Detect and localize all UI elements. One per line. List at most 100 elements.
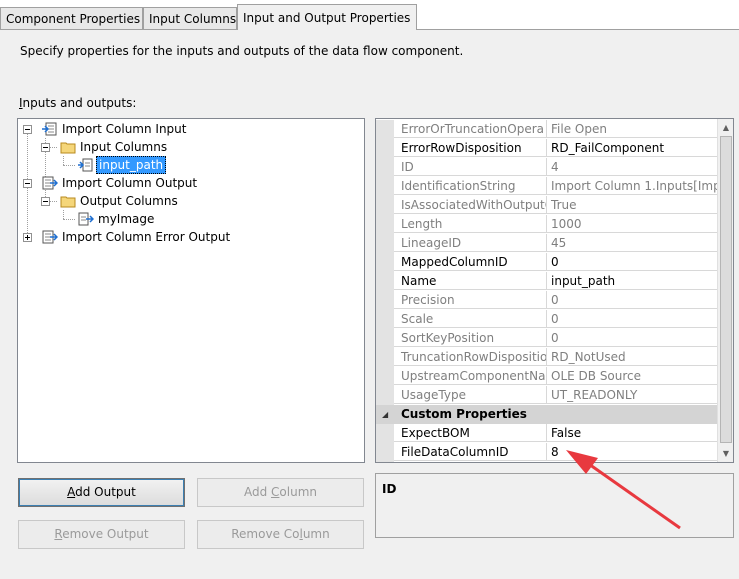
property-row[interactable]: Scale 0: [376, 310, 717, 329]
remove-output-button[interactable]: Remove Output: [18, 520, 185, 549]
property-value: RD_NotUsed: [547, 348, 717, 366]
tree-node-label: input_path: [96, 156, 167, 174]
collapse-triangle-icon[interactable]: ◢: [382, 410, 388, 419]
folder-icon: [60, 193, 76, 214]
inputs-outputs-tree[interactable]: Import Column Input Input Columns input_…: [17, 118, 365, 463]
collapse-toggle[interactable]: [41, 143, 50, 152]
row-margin: [376, 386, 394, 405]
row-margin: [376, 158, 394, 177]
input-icon: [42, 121, 58, 142]
property-value: 0: [547, 329, 717, 347]
row-margin: [376, 120, 394, 139]
tree-node-input-path[interactable]: input_path: [78, 156, 167, 174]
property-row-file-data-column-id[interactable]: FileDataColumnID 8: [376, 443, 717, 462]
tree-node-label: Input Columns: [80, 140, 168, 154]
tree-node-output-columns[interactable]: Output Columns: [60, 192, 180, 210]
category-custom-properties[interactable]: ◢ Custom Properties: [376, 405, 717, 424]
property-row[interactable]: LineageID 45: [376, 234, 717, 253]
collapse-toggle[interactable]: [23, 125, 32, 134]
row-margin: [376, 329, 394, 348]
output-icon: [42, 229, 59, 250]
property-row[interactable]: ExpectBOM False: [376, 424, 717, 443]
property-name: UpstreamComponentNar: [394, 367, 547, 385]
folder-icon: [60, 139, 76, 160]
property-name: ID: [394, 158, 547, 176]
button-label: olumn: [279, 485, 317, 499]
hotkey-char: A: [67, 485, 76, 499]
scroll-down-icon[interactable]: ▼: [718, 445, 733, 462]
category-label: Custom Properties: [401, 407, 527, 421]
property-row[interactable]: Precision 0: [376, 291, 717, 310]
property-row[interactable]: ErrorRowDisposition RD_FailComponent: [376, 139, 717, 158]
property-value: Import Column 1.Inputs[Impo: [547, 177, 717, 195]
property-row[interactable]: IdentificationString Import Column 1.Inpu…: [376, 177, 717, 196]
tree-node-myimage[interactable]: myImage: [78, 210, 156, 228]
property-value[interactable]: False: [547, 424, 717, 442]
property-value[interactable]: input_path: [547, 272, 717, 290]
property-row[interactable]: ID 4: [376, 158, 717, 177]
property-value[interactable]: RD_FailComponent: [547, 139, 717, 157]
property-row[interactable]: MappedColumnID 0: [376, 253, 717, 272]
property-value[interactable]: 8: [547, 443, 717, 461]
add-column-button[interactable]: Add Column: [197, 478, 364, 507]
row-margin: [376, 177, 394, 196]
property-name: IsAssociatedWithOutputC: [394, 196, 547, 214]
row-margin: [376, 424, 394, 443]
property-description-panel: ID: [375, 473, 734, 538]
property-row[interactable]: Length 1000: [376, 215, 717, 234]
property-name: ExpectBOM: [394, 424, 547, 442]
description-title: ID: [382, 482, 397, 496]
property-row[interactable]: TruncationRowDispositio RD_NotUsed: [376, 348, 717, 367]
row-margin: [376, 234, 394, 253]
row-margin: [376, 443, 394, 462]
property-row[interactable]: UsageType UT_READONLY: [376, 386, 717, 405]
property-value[interactable]: 0: [547, 253, 717, 271]
property-row[interactable]: UpstreamComponentNar OLE DB Source: [376, 367, 717, 386]
property-row[interactable]: Name input_path: [376, 272, 717, 291]
row-margin: [376, 348, 394, 367]
collapse-toggle[interactable]: [23, 179, 32, 188]
tab-input-output-properties[interactable]: Input and Output Properties: [237, 4, 417, 31]
property-value: UT_READONLY: [547, 386, 717, 404]
property-name: Precision: [394, 291, 547, 309]
vertical-scrollbar[interactable]: ▲ ▼: [717, 119, 733, 462]
tab-input-columns[interactable]: Input Columns: [143, 7, 237, 29]
collapse-toggle[interactable]: [41, 197, 50, 206]
expand-toggle[interactable]: [23, 233, 32, 242]
property-value: 45: [547, 234, 717, 252]
property-name: LineageID: [394, 234, 547, 252]
button-label: umn: [302, 527, 330, 541]
scroll-up-icon[interactable]: ▲: [718, 119, 733, 136]
tree-node-import-column-input[interactable]: Import Column Input: [42, 120, 188, 138]
tree-node-label: Output Columns: [80, 194, 178, 208]
add-output-button[interactable]: Add Output: [18, 478, 185, 507]
button-label: Remove Co: [231, 527, 300, 541]
output-icon: [42, 175, 59, 196]
scroll-thumb[interactable]: [720, 136, 732, 443]
row-margin: [376, 272, 394, 291]
property-value: 0: [547, 310, 717, 328]
property-row[interactable]: IsAssociatedWithOutputC True: [376, 196, 717, 215]
property-value: File Open: [547, 120, 717, 138]
remove-column-button[interactable]: Remove Column: [197, 520, 364, 549]
tree-node-import-column-output[interactable]: Import Column Output: [42, 174, 199, 192]
tree-node-label: Import Column Input: [62, 122, 187, 136]
property-name: TruncationRowDispositio: [394, 348, 547, 366]
property-name: Scale: [394, 310, 547, 328]
property-row[interactable]: ErrorOrTruncationOpera File Open: [376, 120, 717, 139]
tree-node-input-columns[interactable]: Input Columns: [60, 138, 169, 156]
property-name: SortKeyPosition: [394, 329, 547, 347]
property-name: UsageType: [394, 386, 547, 404]
tab-content: Specify properties for the inputs and ou…: [0, 30, 739, 579]
tree-node-import-column-error-output[interactable]: Import Column Error Output: [42, 228, 232, 246]
page-description: Specify properties for the inputs and ou…: [20, 44, 464, 58]
tab-component-properties[interactable]: Component Properties: [0, 7, 143, 29]
property-name: ErrorRowDisposition: [394, 139, 547, 157]
property-name: ErrorOrTruncationOpera: [394, 120, 547, 138]
property-grid[interactable]: ErrorOrTruncationOpera File Open ErrorRow…: [375, 118, 734, 463]
row-margin: [376, 291, 394, 310]
row-margin: [376, 139, 394, 158]
property-row[interactable]: SortKeyPosition 0: [376, 329, 717, 348]
button-label: emove Output: [62, 527, 149, 541]
property-value: True: [547, 196, 717, 214]
